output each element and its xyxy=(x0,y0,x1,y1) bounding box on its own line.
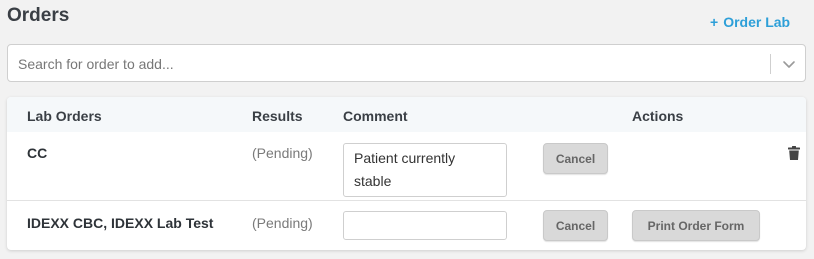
column-header-comment: Comment xyxy=(343,108,408,124)
comment-field[interactable]: Patient currently stable xyxy=(343,143,507,197)
search-separator xyxy=(770,54,771,74)
plus-icon: + xyxy=(710,14,719,30)
print-order-form-button[interactable]: Print Order Form xyxy=(632,210,760,241)
column-header-actions: Actions xyxy=(632,108,684,124)
order-lab-label: Order Lab xyxy=(723,14,791,30)
search-input[interactable] xyxy=(18,54,758,74)
result-status: (Pending) xyxy=(252,145,313,161)
order-search-select[interactable] xyxy=(7,44,806,82)
page-title: Orders xyxy=(7,5,70,26)
table-row: IDEXX CBC, IDEXX Lab Test (Pending) Canc… xyxy=(7,202,806,250)
chevron-down-icon[interactable] xyxy=(781,56,797,72)
column-header-results: Results xyxy=(252,108,303,124)
result-status: (Pending) xyxy=(252,215,313,231)
table-header: Lab Orders Results Comment Actions xyxy=(7,97,806,132)
lab-orders-table: Lab Orders Results Comment Actions CC (P… xyxy=(7,97,806,250)
cancel-button[interactable]: Cancel xyxy=(543,210,608,241)
cancel-button[interactable]: Cancel xyxy=(543,143,608,174)
lab-order-name: IDEXX CBC, IDEXX Lab Test xyxy=(27,215,214,231)
column-header-lab-orders: Lab Orders xyxy=(27,108,102,124)
order-lab-button[interactable]: + Order Lab xyxy=(710,14,790,30)
table-row: CC (Pending) Patient currently stable Ca… xyxy=(7,132,806,201)
comment-field[interactable] xyxy=(343,211,507,240)
lab-order-name: CC xyxy=(27,145,48,161)
trash-icon[interactable] xyxy=(788,146,800,160)
